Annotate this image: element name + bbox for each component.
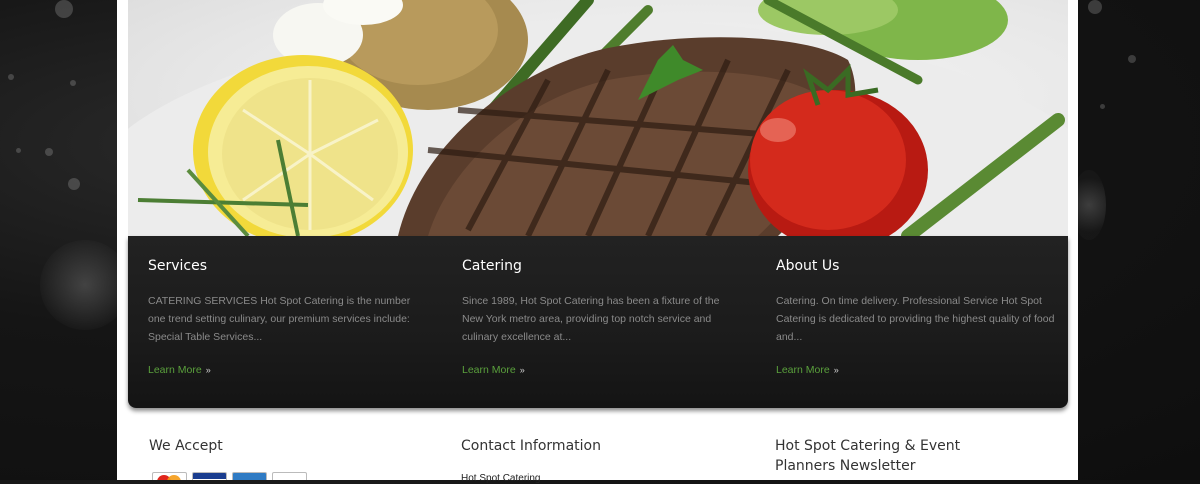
learn-more-label: Learn More: [776, 364, 830, 376]
feature-description: Catering. On time delivery. Professional…: [776, 295, 1055, 343]
bokeh-dot: [8, 74, 14, 80]
hero-image: [128, 0, 1068, 236]
learn-more-link[interactable]: Learn More»: [462, 364, 525, 376]
bokeh-dot: [1088, 0, 1102, 14]
bokeh-dot: [1100, 104, 1105, 109]
double-chevron-right-icon: »: [519, 365, 525, 375]
payment-cards: [152, 472, 312, 480]
footer-newsletter: Hot Spot Catering & Event Planners Newsle…: [775, 436, 960, 476]
contact-company-name: Hot Spot Catering: [461, 473, 541, 484]
page-container: Services CATERING SERVICES Hot Spot Cate…: [117, 0, 1078, 480]
bokeh-dot: [1128, 55, 1136, 63]
bokeh-dot: [55, 0, 73, 18]
bokeh-dot: [68, 178, 80, 190]
amex-icon: [232, 472, 267, 480]
feature-title: Catering: [462, 258, 522, 274]
footer-contact: Contact Information: [461, 436, 601, 456]
discover-icon: [272, 472, 307, 480]
footer-heading: We Accept: [149, 438, 223, 454]
footer-heading: Contact Information: [461, 438, 601, 454]
learn-more-link[interactable]: Learn More»: [148, 364, 211, 376]
feature-description: Since 1989, Hot Spot Catering has been a…: [462, 295, 720, 343]
learn-more-link[interactable]: Learn More»: [776, 364, 839, 376]
double-chevron-right-icon: »: [205, 365, 211, 375]
bokeh-dot: [45, 148, 53, 156]
feature-description: CATERING SERVICES Hot Spot Catering is t…: [148, 295, 411, 343]
feature-title: Services: [148, 258, 208, 274]
mastercard-icon: [152, 472, 187, 480]
learn-more-label: Learn More: [148, 364, 202, 376]
footer-we-accept: We Accept: [149, 436, 223, 456]
double-chevron-right-icon: »: [833, 365, 839, 375]
visa-icon: [192, 472, 227, 480]
footer-heading: Hot Spot Catering & Event Planners Newsle…: [775, 436, 960, 476]
feature-title: About Us: [776, 258, 840, 274]
newsletter-title-line: Hot Spot Catering & Event: [775, 438, 961, 454]
features-panel: Services CATERING SERVICES Hot Spot Cate…: [128, 236, 1068, 408]
bokeh-dot: [70, 80, 76, 86]
bokeh-dot: [16, 148, 21, 153]
newsletter-title-line: Planners Newsletter: [775, 458, 916, 474]
learn-more-label: Learn More: [462, 364, 516, 376]
steak-plate-illustration: [128, 0, 1068, 236]
